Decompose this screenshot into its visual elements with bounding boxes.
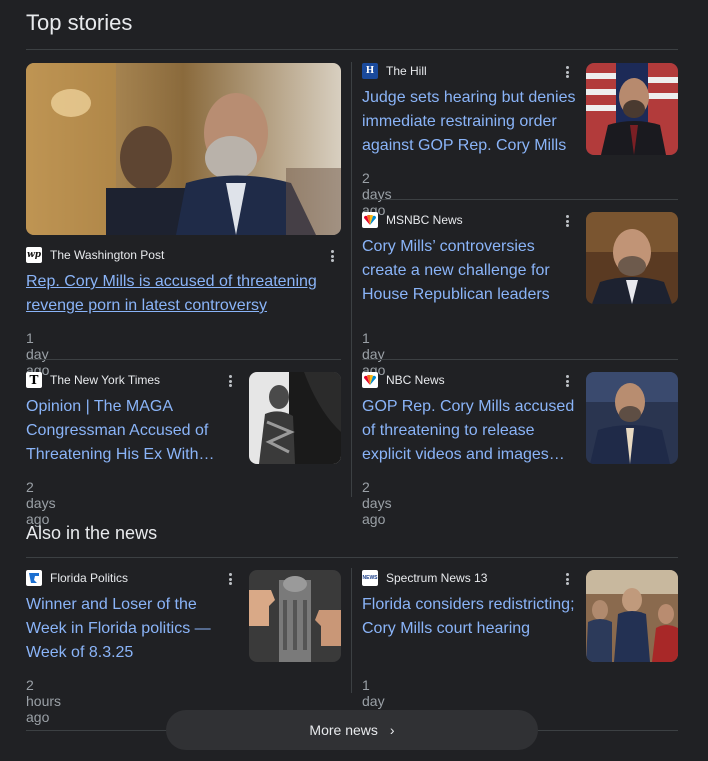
divider — [362, 199, 678, 200]
more-news-button[interactable]: More news › — [166, 710, 538, 750]
story-headline[interactable]: Cory Mills’ controversies create a new c… — [362, 235, 578, 307]
story-headline[interactable]: Rep. Cory Mills is accused of threatenin… — [26, 270, 336, 318]
story-thumbnail[interactable] — [586, 212, 678, 304]
more-options-icon[interactable] — [225, 374, 235, 388]
more-options-icon[interactable] — [562, 214, 572, 228]
story-time: 2 days ago — [26, 479, 56, 527]
story-thumbnail[interactable] — [586, 372, 678, 464]
column-divider — [351, 62, 352, 497]
florida-politics-icon — [26, 570, 42, 586]
story-time: 2 hours ago — [26, 677, 62, 725]
story-time: 1 day ago — [362, 330, 386, 378]
story-headline[interactable]: Judge sets hearing but denies immediate … — [362, 86, 578, 158]
source-name: Florida Politics — [50, 571, 129, 585]
washington-post-logo-icon: wp — [26, 247, 42, 263]
story-headline[interactable]: Florida considers redistricting; Cory Mi… — [362, 593, 578, 641]
more-options-icon[interactable] — [562, 572, 572, 586]
divider — [26, 49, 678, 50]
source-name: NBC News — [386, 373, 445, 387]
nyt-logo-icon: T — [26, 372, 42, 388]
story-time: 2 days ago — [362, 479, 392, 527]
story-headline[interactable]: Winner and Loser of the Week in Florida … — [26, 593, 240, 665]
top-stories-heading: Top stories — [26, 10, 133, 35]
story-thumbnail[interactable] — [249, 570, 341, 662]
more-news-label: More news — [309, 722, 378, 738]
story-thumbnail[interactable] — [249, 372, 341, 464]
source-name: The New York Times — [50, 373, 161, 387]
more-options-icon[interactable] — [562, 374, 572, 388]
more-options-icon[interactable] — [225, 572, 235, 586]
column-divider — [351, 568, 352, 693]
divider — [362, 359, 678, 360]
source-name: MSNBC News — [386, 213, 463, 227]
more-options-icon[interactable] — [327, 249, 337, 263]
story-time: 1 day ago — [26, 330, 50, 378]
story-headline[interactable]: Opinion | The MAGA Congressman Accused o… — [26, 395, 240, 467]
source-name: The Washington Post — [50, 248, 165, 262]
divider — [26, 557, 678, 558]
nbc-peacock-icon — [362, 372, 378, 388]
source-name: Spectrum News 13 — [386, 571, 488, 585]
story-time: 2 days ago — [362, 170, 392, 218]
msnbc-peacock-icon — [362, 212, 378, 228]
spectrum-news-icon: NEWS — [362, 570, 378, 586]
also-in-news-heading: Also in the news — [26, 523, 158, 543]
source-name: The Hill — [386, 64, 427, 78]
story-thumbnail[interactable] — [586, 570, 678, 662]
story-thumbnail[interactable] — [586, 63, 678, 155]
story-image[interactable] — [26, 63, 341, 235]
the-hill-logo-icon: H — [362, 63, 378, 79]
chevron-right-icon: › — [389, 722, 395, 738]
more-options-icon[interactable] — [562, 65, 572, 79]
divider — [26, 359, 341, 360]
story-headline[interactable]: GOP Rep. Cory Mills accused of threateni… — [362, 395, 578, 467]
